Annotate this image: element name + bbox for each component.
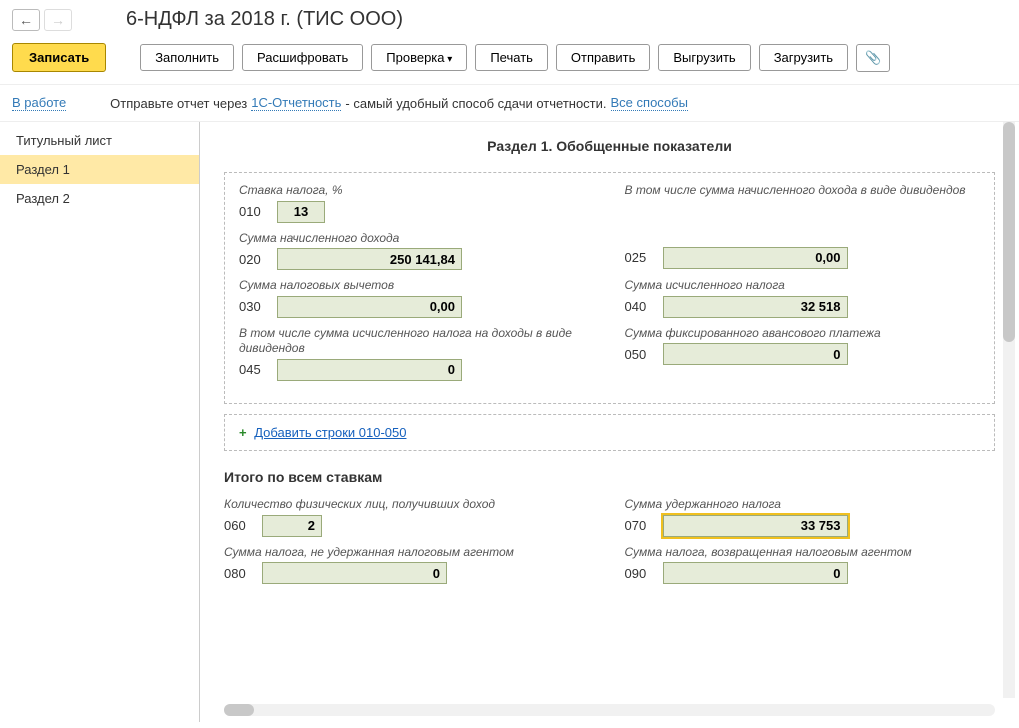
scrollbar-thumb[interactable] bbox=[224, 704, 254, 716]
status-row: В работе Отправьте отчет через 1С-Отчетн… bbox=[0, 85, 1019, 122]
sidebar: Титульный лист Раздел 1 Раздел 2 bbox=[0, 122, 200, 722]
label-deductions: Сумма налоговых вычетов bbox=[239, 278, 595, 294]
totals-heading: Итого по всем ставкам bbox=[224, 469, 995, 485]
hint-prefix: Отправьте отчет через bbox=[110, 96, 247, 111]
code-030: 030 bbox=[239, 299, 269, 314]
attach-button[interactable]: 📎 bbox=[856, 44, 890, 72]
label-persons: Количество физических лиц, получивших до… bbox=[224, 497, 595, 513]
input-040[interactable] bbox=[663, 296, 848, 318]
horizontal-scrollbar[interactable] bbox=[224, 704, 995, 716]
plus-icon: + bbox=[239, 425, 247, 440]
sidebar-item-section1[interactable]: Раздел 1 bbox=[0, 155, 199, 184]
input-060[interactable] bbox=[262, 515, 322, 537]
send-button[interactable]: Отправить bbox=[556, 44, 650, 71]
all-ways-link[interactable]: Все способы bbox=[611, 95, 688, 111]
code-080: 080 bbox=[224, 566, 254, 581]
content-area: Раздел 1. Обобщенные показатели Ставка н… bbox=[200, 122, 1019, 722]
code-090: 090 bbox=[625, 566, 655, 581]
input-080[interactable] bbox=[262, 562, 447, 584]
input-045[interactable] bbox=[277, 359, 462, 381]
print-button[interactable]: Печать bbox=[475, 44, 548, 71]
input-050[interactable] bbox=[663, 343, 848, 365]
save-button[interactable]: Записать bbox=[12, 43, 106, 72]
code-050: 050 bbox=[625, 347, 655, 362]
vscrollbar-thumb[interactable] bbox=[1003, 122, 1015, 342]
label-calc-tax-div: В том числе сумма исчисленного налога на… bbox=[239, 326, 595, 357]
code-045: 045 bbox=[239, 362, 269, 377]
input-070[interactable] bbox=[663, 515, 848, 537]
forward-button[interactable]: → bbox=[44, 9, 72, 31]
sidebar-item-section2[interactable]: Раздел 2 bbox=[0, 184, 199, 213]
label-rate: Ставка налога, % bbox=[239, 183, 595, 199]
label-withheld: Сумма удержанного налога bbox=[625, 497, 996, 513]
reporting-link[interactable]: 1С-Отчетность bbox=[251, 95, 341, 111]
section1-heading: Раздел 1. Обобщенные показатели bbox=[224, 138, 995, 154]
label-fixed-advance: Сумма фиксированного авансового платежа bbox=[625, 326, 981, 342]
sidebar-item-title[interactable]: Титульный лист bbox=[0, 126, 199, 155]
add-rows-link[interactable]: Добавить строки 010-050 bbox=[254, 425, 406, 440]
input-025[interactable] bbox=[663, 247, 848, 269]
unload-button[interactable]: Выгрузить bbox=[658, 44, 750, 71]
toolbar: Записать Заполнить Расшифровать Проверка… bbox=[0, 35, 1019, 85]
label-calc-tax: Сумма исчисленного налога bbox=[625, 278, 981, 294]
add-rows-block: + Добавить строки 010-050 bbox=[224, 414, 995, 451]
paperclip-icon: 📎 bbox=[865, 50, 881, 65]
hint-suffix: - самый удобный способ сдачи отчетности. bbox=[345, 96, 606, 111]
decrypt-button[interactable]: Расшифровать bbox=[242, 44, 363, 71]
code-070: 070 bbox=[625, 518, 655, 533]
code-060: 060 bbox=[224, 518, 254, 533]
input-010[interactable] bbox=[277, 201, 325, 223]
code-025: 025 bbox=[625, 250, 655, 265]
input-030[interactable] bbox=[277, 296, 462, 318]
code-010: 010 bbox=[239, 204, 269, 219]
page-title: 6-НДФЛ за 2018 г. (ТИС ООО) bbox=[126, 8, 403, 31]
label-income-div: В том числе сумма начисленного дохода в … bbox=[625, 183, 981, 199]
rates-block: Ставка налога, % 010 В том числе сумма н… bbox=[224, 172, 995, 404]
label-returned: Сумма налога, возвращенная налоговым аге… bbox=[625, 545, 996, 561]
code-040: 040 bbox=[625, 299, 655, 314]
code-020: 020 bbox=[239, 252, 269, 267]
label-income-sum: Сумма начисленного дохода bbox=[239, 231, 595, 247]
status-link[interactable]: В работе bbox=[12, 95, 66, 111]
vertical-scrollbar[interactable] bbox=[1003, 122, 1015, 698]
load-button[interactable]: Загрузить bbox=[759, 44, 848, 71]
check-dropdown[interactable]: Проверка bbox=[371, 44, 467, 71]
input-090[interactable] bbox=[663, 562, 848, 584]
back-button[interactable]: ← bbox=[12, 9, 40, 31]
fill-button[interactable]: Заполнить bbox=[140, 44, 234, 71]
input-020[interactable] bbox=[277, 248, 462, 270]
label-not-withheld: Сумма налога, не удержанная налоговым аг… bbox=[224, 545, 595, 561]
